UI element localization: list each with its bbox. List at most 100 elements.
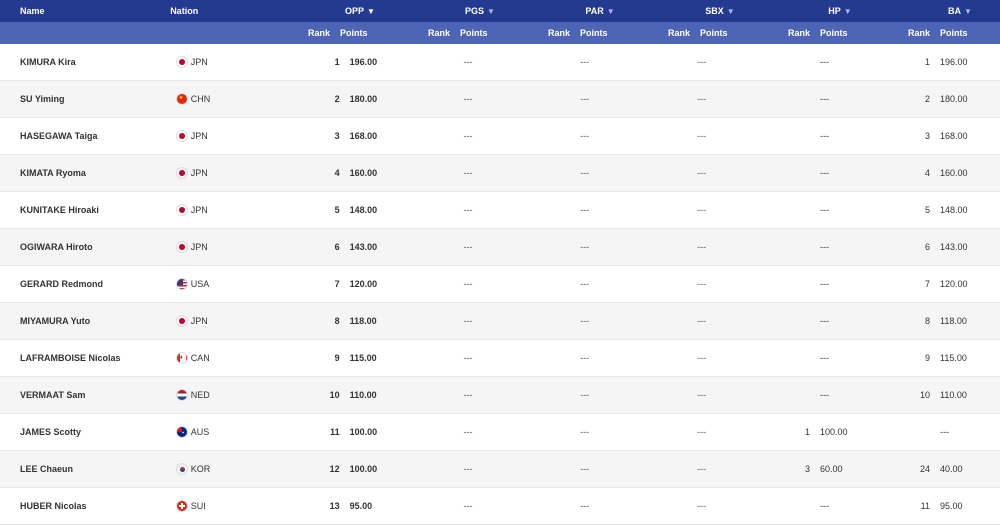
table-row[interactable]: LEE Chaeun KOR 12 100.00 --- --- --- 3 60.00 24 40… bbox=[0, 451, 1000, 488]
par-cell: --- bbox=[580, 279, 590, 289]
hp-rank bbox=[760, 501, 820, 511]
subheader-group-pgs: Rank Points bbox=[400, 28, 520, 38]
name-column-header[interactable]: Name bbox=[0, 6, 170, 16]
hp-cell: --- bbox=[760, 94, 880, 104]
event-header-opp[interactable]: OPP ▼ bbox=[280, 6, 400, 16]
sort-arrow-icon[interactable]: ▼ bbox=[607, 7, 615, 16]
sort-arrow-icon[interactable]: ▼ bbox=[487, 7, 495, 16]
ba-points: 115.00 bbox=[940, 353, 967, 363]
table-row[interactable]: JAMES Scotty ✦ AUS 11 100.00 --- --- --- 1 100.00… bbox=[0, 414, 1000, 451]
table-row[interactable]: LAFRAMBOISE Nicolas ♦ CAN 9 115.00 --- --- --- -… bbox=[0, 340, 1000, 377]
opp-points: 180.00 bbox=[349, 94, 378, 104]
nation-code: JPN bbox=[190, 57, 208, 67]
hp-points: --- bbox=[820, 57, 829, 67]
nation-code: JPN bbox=[190, 168, 208, 178]
ba-points: 148.00 bbox=[940, 205, 968, 215]
athlete-name[interactable]: VERMAAT Sam bbox=[0, 390, 176, 400]
event-header-par[interactable]: PAR ▼ bbox=[520, 6, 640, 16]
ba-cell: 11 95.00 bbox=[880, 501, 1000, 511]
sbx-cell: --- bbox=[697, 57, 707, 67]
opp-cell: 4 160.00 bbox=[290, 168, 410, 178]
ba-points: 143.00 bbox=[940, 242, 968, 252]
athlete-name[interactable]: KIMATA Ryoma bbox=[0, 168, 176, 178]
athlete-name[interactable]: KUNITAKE Hiroaki bbox=[0, 205, 176, 215]
opp-cell: 2 180.00 bbox=[290, 94, 410, 104]
rank-subheader: Rank bbox=[307, 28, 330, 38]
athlete-name[interactable]: OGIWARA Hiroto bbox=[0, 242, 176, 252]
athlete-name[interactable]: GERARD Redmond bbox=[0, 279, 176, 289]
athlete-name[interactable]: HASEGAWA Taiga bbox=[0, 131, 176, 141]
hp-rank: 3 bbox=[804, 464, 810, 474]
athlete-name[interactable]: MIYAMURA Yuto bbox=[0, 316, 176, 326]
table-row[interactable]: HASEGAWA Taiga JPN 3 168.00 --- --- --- --- 3 168… bbox=[0, 118, 1000, 155]
athlete-name[interactable]: LEE Chaeun bbox=[0, 464, 176, 474]
sort-arrow-icon[interactable]: ▼ bbox=[727, 7, 735, 16]
table-row[interactable]: OGIWARA Hiroto JPN 6 143.00 --- --- --- --- 6 143… bbox=[0, 229, 1000, 266]
opp-cell: 8 118.00 bbox=[290, 316, 410, 326]
table-row[interactable]: KIMATA Ryoma JPN 4 160.00 --- --- --- --- 4 160.0… bbox=[0, 155, 1000, 192]
ba-rank: 24 bbox=[919, 464, 930, 474]
opp-points: 143.00 bbox=[349, 242, 378, 252]
points-subheader: Points bbox=[580, 28, 608, 38]
opp-rank: 3 bbox=[334, 131, 340, 141]
ba-cell: 1 196.00 bbox=[880, 57, 1000, 67]
nation-cell: NED bbox=[175, 389, 290, 401]
hp-rank bbox=[760, 242, 820, 252]
sbx-cell: --- bbox=[697, 131, 707, 141]
nation-column-header[interactable]: Nation bbox=[170, 6, 280, 16]
par-cell: --- bbox=[580, 94, 590, 104]
nation-cell: USA bbox=[175, 278, 290, 290]
hp-points: --- bbox=[820, 390, 829, 400]
nation-code: CAN bbox=[190, 353, 210, 363]
table-row[interactable]: KUNITAKE Hiroaki JPN 5 148.00 --- --- --- --- 5 1… bbox=[0, 192, 1000, 229]
pgs-cell: --- bbox=[463, 205, 473, 215]
event-header-label: OPP bbox=[345, 6, 365, 16]
pgs-cell: --- bbox=[463, 390, 473, 400]
ba-points: 160.00 bbox=[940, 168, 968, 178]
hp-rank bbox=[760, 279, 820, 289]
opp-rank: 9 bbox=[334, 353, 340, 363]
athlete-name[interactable]: SU Yiming bbox=[0, 94, 176, 104]
sort-arrow-icon[interactable]: ▼ bbox=[367, 7, 375, 16]
sbx-cell: --- bbox=[697, 390, 707, 400]
rank-subheader: Rank bbox=[667, 28, 690, 38]
opp-points: 168.00 bbox=[349, 131, 378, 141]
sort-arrow-icon[interactable]: ▼ bbox=[844, 7, 852, 16]
opp-points: 118.00 bbox=[349, 316, 377, 326]
sort-arrow-icon[interactable]: ▼ bbox=[964, 7, 972, 16]
table-row[interactable]: MIYAMURA Yuto JPN 8 118.00 --- --- --- --- 8 118.… bbox=[0, 303, 1000, 340]
rank-subheader: Rank bbox=[547, 28, 570, 38]
ba-cell: 5 148.00 bbox=[880, 205, 1000, 215]
event-header-hp[interactable]: HP ▼ bbox=[760, 6, 880, 16]
opp-rank: 1 bbox=[334, 57, 340, 67]
event-header-pgs[interactable]: PGS ▼ bbox=[400, 6, 520, 16]
nation-code: NED bbox=[190, 390, 210, 400]
opp-cell: 7 120.00 bbox=[290, 279, 410, 289]
nation-cell: ★ CHN bbox=[175, 93, 290, 105]
athlete-name[interactable]: HUBER Nicolas bbox=[0, 501, 176, 511]
athlete-name[interactable]: KIMURA Kira bbox=[0, 57, 176, 67]
par-cell: --- bbox=[580, 242, 590, 252]
table-row[interactable]: HUBER Nicolas SUI 13 95.00 --- --- --- --- 11 95.… bbox=[0, 488, 1000, 525]
hp-cell: --- bbox=[760, 131, 880, 141]
par-cell: --- bbox=[580, 501, 590, 511]
opp-rank: 11 bbox=[330, 427, 340, 437]
jpn-flag-icon bbox=[175, 56, 188, 68]
subheader-group-hp: Rank Points bbox=[760, 28, 880, 38]
athlete-name[interactable]: JAMES Scotty bbox=[0, 427, 176, 437]
table-row[interactable]: VERMAAT Sam NED 10 110.00 --- --- --- --- 10 110.… bbox=[0, 377, 1000, 414]
table-row[interactable]: GERARD Redmond USA 7 120.00 --- --- --- --- 7 120… bbox=[0, 266, 1000, 303]
points-subheader: Points bbox=[340, 28, 368, 38]
event-header-sbx[interactable]: SBX ▼ bbox=[640, 6, 760, 16]
pgs-cell: --- bbox=[463, 279, 473, 289]
ba-points: 95.00 bbox=[940, 501, 963, 511]
hp-rank bbox=[760, 131, 820, 141]
opp-points: 110.00 bbox=[349, 390, 377, 400]
table-row[interactable]: SU Yiming ★ CHN 2 180.00 --- --- --- --- 2 180.00 bbox=[0, 81, 1000, 118]
table-row[interactable]: KIMURA Kira JPN 1 196.00 --- --- --- --- 1 196.00 bbox=[0, 44, 1000, 81]
nation-cell: JPN bbox=[175, 130, 290, 142]
ba-rank: 9 bbox=[924, 353, 930, 363]
event-header-ba[interactable]: BA ▼ bbox=[880, 6, 1000, 16]
athlete-name[interactable]: LAFRAMBOISE Nicolas bbox=[0, 353, 176, 363]
opp-rank: 13 bbox=[329, 501, 340, 511]
